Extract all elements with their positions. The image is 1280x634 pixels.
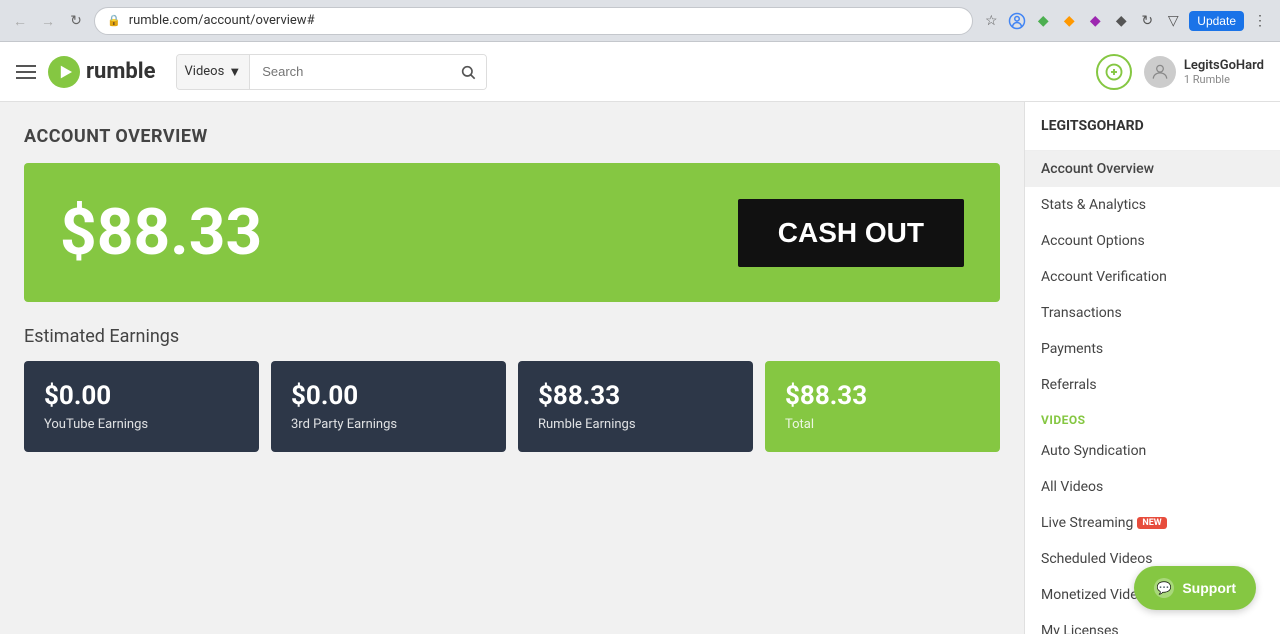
search-container: Videos ▼ <box>176 54 488 90</box>
page-title: ACCOUNT OVERVIEW <box>24 126 1000 147</box>
earning-card: $0.00 3rd Party Earnings <box>271 361 506 452</box>
earning-label: YouTube Earnings <box>44 417 239 432</box>
rumble-logo-icon <box>48 56 80 88</box>
extensions-icon[interactable]: ▽ <box>1163 11 1183 31</box>
earning-amount: $0.00 <box>291 381 486 411</box>
sidebar-item-stats-&-analytics[interactable]: Stats & Analytics <box>1025 187 1280 223</box>
reload-button[interactable]: ↻ <box>66 11 86 31</box>
profile-icon[interactable] <box>1007 11 1027 31</box>
earning-card: $0.00 YouTube Earnings <box>24 361 259 452</box>
sidebar-item-auto-syndication[interactable]: Auto Syndication <box>1025 433 1280 469</box>
balance-amount: $88.33 <box>60 195 262 270</box>
search-input-wrap <box>250 54 486 90</box>
sidebar-item-referrals[interactable]: Referrals <box>1025 367 1280 403</box>
sidebar-item-live-streaming[interactable]: Live StreamingNEW <box>1025 505 1280 541</box>
browser-chrome: ← → ↻ 🔒 rumble.com/account/overview# ☆ ◆… <box>0 0 1280 42</box>
sidebar-item-all-videos[interactable]: All Videos <box>1025 469 1280 505</box>
user-rumble: 1 Rumble <box>1184 73 1264 86</box>
browser-actions: ☆ ◆ ◆ ◆ ◆ ↻ ▽ Update ⋮ <box>981 11 1270 31</box>
bookmark-icon[interactable]: ☆ <box>981 11 1001 31</box>
balance-card: $88.33 CASH OUT <box>24 163 1000 302</box>
search-type-label: Videos <box>185 64 225 79</box>
header-right: LegitsGoHard 1 Rumble <box>1096 54 1264 90</box>
sidebar-item-account-overview[interactable]: Account Overview <box>1025 151 1280 187</box>
right-sidebar: LEGITSGOHARD Account OverviewStats & Ana… <box>1024 102 1280 634</box>
cash-out-button[interactable]: CASH OUT <box>738 199 964 267</box>
search-input[interactable] <box>250 54 450 90</box>
user-name: LegitsGoHard <box>1184 58 1264 73</box>
earning-amount: $0.00 <box>44 381 239 411</box>
address-bar[interactable]: 🔒 rumble.com/account/overview# <box>94 7 973 35</box>
avatar <box>1144 56 1176 88</box>
support-icon: 💬 <box>1154 578 1174 598</box>
earning-label: Rumble Earnings <box>538 417 733 432</box>
main-layout: ACCOUNT OVERVIEW $88.33 CASH OUT Estimat… <box>0 102 1280 634</box>
sidebar-item-account-verification[interactable]: Account Verification <box>1025 259 1280 295</box>
earning-card: $88.33 Rumble Earnings <box>518 361 753 452</box>
earning-amount: $88.33 <box>538 381 733 411</box>
url-text: rumble.com/account/overview# <box>129 13 315 28</box>
hamburger-menu[interactable] <box>16 65 36 79</box>
upload-button[interactable] <box>1096 54 1132 90</box>
estimated-earnings-title: Estimated Earnings <box>24 326 1000 347</box>
account-nav: Account OverviewStats & AnalyticsAccount… <box>1025 151 1280 403</box>
extension-icon[interactable]: ◆ <box>1033 11 1053 31</box>
sidebar-item-transactions[interactable]: Transactions <box>1025 295 1280 331</box>
menu-icon[interactable]: ⋮ <box>1250 11 1270 31</box>
sidebar-item-account-options[interactable]: Account Options <box>1025 223 1280 259</box>
search-button[interactable] <box>450 54 486 90</box>
extension3-icon[interactable]: ◆ <box>1085 11 1105 31</box>
back-button[interactable]: ← <box>10 11 30 31</box>
sidebar-user-header: LEGITSGOHARD <box>1025 102 1280 151</box>
support-label: Support <box>1182 580 1236 596</box>
earning-label: 3rd Party Earnings <box>291 417 486 432</box>
content-area: ACCOUNT OVERVIEW $88.33 CASH OUT Estimat… <box>0 102 1024 634</box>
logo[interactable]: rumble <box>48 56 156 88</box>
logo-text: rumble <box>86 59 156 84</box>
videos-section-label: VIDEOS <box>1025 403 1280 433</box>
user-details: LegitsGoHard 1 Rumble <box>1184 58 1264 86</box>
chevron-down-icon: ▼ <box>228 64 241 80</box>
refresh-icon[interactable]: ↻ <box>1137 11 1157 31</box>
update-button[interactable]: Update <box>1189 11 1244 31</box>
earning-card: $88.33 Total <box>765 361 1000 452</box>
sidebar-item-payments[interactable]: Payments <box>1025 331 1280 367</box>
forward-button[interactable]: → <box>38 11 58 31</box>
earnings-grid: $0.00 YouTube Earnings $0.00 3rd Party E… <box>24 361 1000 452</box>
app-header: rumble Videos ▼ LegitsGoHard 1 Rumble <box>0 42 1280 102</box>
search-type-select[interactable]: Videos ▼ <box>177 55 251 89</box>
extension2-icon[interactable]: ◆ <box>1059 11 1079 31</box>
extension4-icon[interactable]: ◆ <box>1111 11 1131 31</box>
new-badge: NEW <box>1137 517 1166 529</box>
earning-amount: $88.33 <box>785 381 980 411</box>
lock-icon: 🔒 <box>107 14 121 27</box>
earning-label: Total <box>785 417 980 432</box>
sidebar-item-my-licenses[interactable]: My Licenses <box>1025 613 1280 634</box>
user-info[interactable]: LegitsGoHard 1 Rumble <box>1144 56 1264 88</box>
support-button[interactable]: 💬 Support <box>1134 566 1256 610</box>
